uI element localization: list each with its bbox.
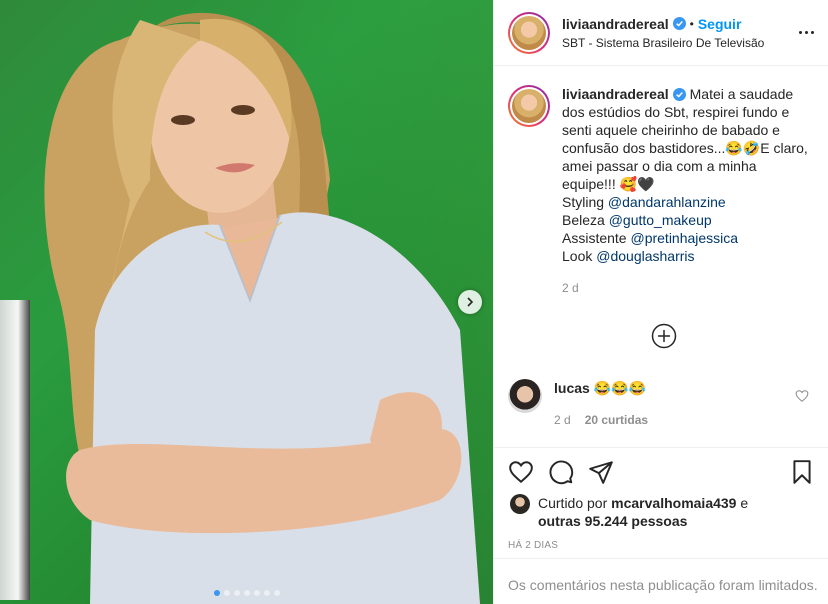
carousel-next-button[interactable]	[458, 290, 482, 314]
post-caption: liviaandradereal Matei a saudade dos estú…	[508, 85, 813, 297]
follow-button[interactable]: Seguir	[698, 16, 742, 32]
caption-time[interactable]: 2 d	[562, 279, 813, 297]
carousel-dot	[263, 590, 270, 596]
comment-text: 😂😂😂	[593, 380, 646, 396]
comment-time[interactable]: 2 d	[554, 411, 571, 429]
separator-dot: •	[689, 16, 694, 31]
comments-section: liviaandradereal Matei a saudade dos estú…	[494, 67, 828, 447]
post-header: liviaandradereal • Seguir SBT - Sistema …	[494, 0, 828, 66]
post-location[interactable]: SBT - Sistema Brasileiro De Televisão	[562, 36, 764, 50]
heart-icon[interactable]	[508, 459, 534, 485]
share-icon[interactable]	[588, 459, 614, 485]
credit-label: Assistente	[562, 230, 627, 246]
credit-label: Look	[562, 248, 593, 264]
carousel-dot	[243, 590, 250, 596]
more-options-icon[interactable]	[796, 24, 816, 40]
add-circle-icon[interactable]	[651, 323, 677, 349]
credit-mention[interactable]: @douglasharris	[596, 248, 694, 264]
post-media[interactable]	[0, 0, 493, 604]
credit-line: Look @douglasharris	[562, 247, 813, 265]
credit-mention[interactable]: @pretinhajessica	[630, 230, 738, 246]
carousel-indicator	[0, 590, 493, 596]
comment-item: lucas 😂😂😂 2 d 20 curtidas	[508, 379, 813, 429]
caption-credits: Styling @dandarahlanzine Beleza @gutto_ma…	[562, 193, 813, 265]
bookmark-icon[interactable]	[789, 459, 815, 485]
credit-mention[interactable]: @dandarahlanzine	[608, 194, 726, 210]
carousel-dot	[253, 590, 260, 596]
verified-icon	[672, 88, 686, 101]
carousel-dot	[223, 590, 230, 596]
comment-likes[interactable]: 20 curtidas	[585, 411, 648, 429]
post-timestamp[interactable]: HÁ 2 DIAS	[508, 540, 815, 551]
liked-by-others[interactable]: outras 95.244 pessoas	[538, 513, 687, 529]
credit-line: Beleza @gutto_makeup	[562, 211, 813, 229]
comments-limited-notice: Os comentários nesta publicação foram li…	[494, 558, 828, 604]
liked-by-and: e	[740, 495, 749, 511]
caption-avatar[interactable]	[508, 85, 550, 127]
carousel-dot	[273, 590, 280, 596]
comment-icon[interactable]	[548, 459, 574, 485]
likes-summary: Curtido por mcarvalhomaia439 e outras 95…	[508, 494, 815, 530]
comment-like-heart-icon[interactable]	[795, 389, 809, 403]
credit-line: Assistente @pretinhajessica	[562, 229, 813, 247]
carousel-dot	[213, 590, 220, 596]
credit-mention[interactable]: @gutto_makeup	[609, 212, 712, 228]
post-photo	[44, 12, 480, 604]
post-actions: Curtido por mcarvalhomaia439 e outras 95…	[494, 447, 828, 551]
credit-label: Beleza	[562, 212, 605, 228]
author-avatar[interactable]	[508, 11, 550, 54]
liked-by-user[interactable]: mcarvalhomaia439	[611, 495, 736, 511]
chevron-right-icon	[467, 297, 474, 307]
author-username[interactable]: liviaandradereal	[562, 16, 669, 32]
caption-username[interactable]: liviaandradereal	[562, 86, 669, 102]
liked-by-prefix: Curtido por	[538, 495, 608, 511]
commenter-avatar[interactable]	[508, 379, 542, 413]
commenter-username[interactable]: lucas	[554, 380, 590, 396]
carousel-dot	[233, 590, 240, 596]
verified-icon	[672, 17, 686, 30]
credit-label: Styling	[562, 194, 605, 210]
credit-line: Styling @dandarahlanzine	[562, 193, 813, 211]
post-sidebar: liviaandradereal • Seguir SBT - Sistema …	[493, 0, 828, 604]
liker-avatar[interactable]	[510, 494, 530, 514]
